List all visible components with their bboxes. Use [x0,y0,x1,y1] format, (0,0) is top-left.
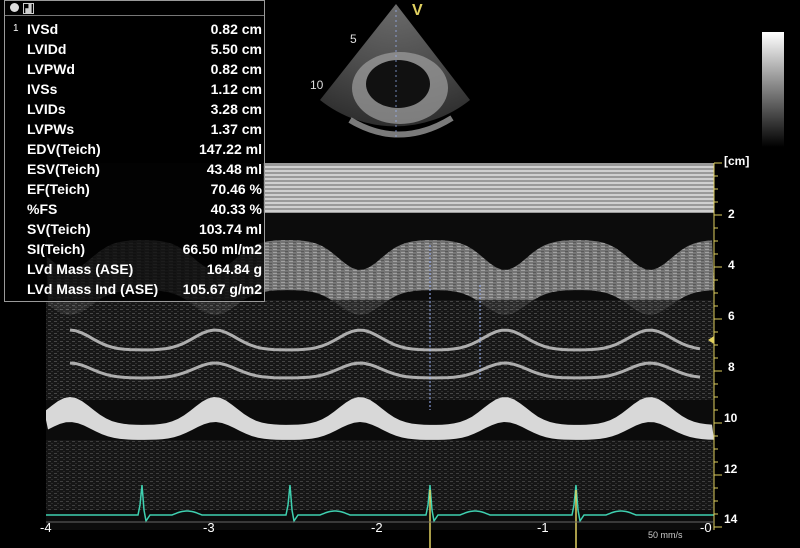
measurement-name: LVd Mass Ind (ASE) [27,281,159,297]
bmode-depth-10: 10 [310,78,324,92]
measurement-row[interactable]: SI(Teich) 66.50 ml/m2 [5,239,264,259]
measurement-row[interactable]: EDV(Teich) 147.22 ml [5,139,264,159]
measurement-value: 147.22 ml [198,141,262,157]
depth-unit: [cm] [724,154,750,168]
depth-tick-label: 14 [724,512,738,526]
measurement-row[interactable]: LVd Mass Ind (ASE) 105.67 g/m2 [5,279,264,299]
time-tick-label: -3 [203,520,215,535]
measurement-value: 0.82 cm [210,21,262,37]
measurement-name: IVSd [27,21,59,37]
depth-tick-label: 4 [728,258,735,272]
grayscale-bar [762,32,784,147]
time-tick-label: -1 [537,520,549,535]
measurement-name: LVIDd [27,41,67,57]
measurement-value: 0.82 cm [210,61,262,77]
measurement-row[interactable]: LVIDd 5.50 cm [5,39,264,59]
measurement-row[interactable]: ESV(Teich) 43.48 ml [5,159,264,179]
measurement-value: 3.28 cm [210,101,262,117]
measurement-row[interactable]: LVIDs 3.28 cm [5,99,264,119]
measurement-row[interactable]: EF(Teich) 70.46 % [5,179,264,199]
measurement-name: SI(Teich) [27,241,86,257]
ultrasound-screen: V 5 10 [cm] 2 4 6 8 10 12 14 -4 -3 -2 -1… [0,0,800,548]
measurement-panel[interactable]: ▟ 1 IVSd 0.82 cm LVIDd 5.50 cm LVPWd 0.8… [4,0,265,302]
measurement-name: LVPWd [27,61,75,77]
measurement-name: ESV(Teich) [27,161,100,177]
measurement-name: EDV(Teich) [27,141,101,157]
measurement-name: IVSs [27,81,58,97]
measurement-value: 105.67 g/m2 [182,281,262,297]
measurement-value: 70.46 % [210,181,262,197]
measurement-row[interactable]: LVd Mass (ASE) 164.84 g [5,259,264,279]
record-icon[interactable] [10,3,19,12]
bmode-depth-5: 5 [350,32,357,46]
chart-icon[interactable]: ▟ [23,3,34,14]
measurement-row[interactable]: LVPWs 1.37 cm [5,119,264,139]
orientation-mark: V [412,2,423,19]
measurement-row[interactable]: %FS 40.33 % [5,199,264,219]
measurement-row[interactable]: LVPWd 0.82 cm [5,59,264,79]
measurement-row[interactable]: IVSs 1.12 cm [5,79,264,99]
measurement-value: 1.12 cm [210,81,262,97]
measurement-value: 103.74 ml [198,221,262,237]
measurement-name: %FS [27,201,58,217]
measurement-name: LVPWs [27,121,75,137]
measurement-value: 164.84 g [206,261,262,277]
measurement-value: 40.33 % [210,201,262,217]
measurement-index: 1 [13,23,19,34]
time-tick-label: -4 [40,520,52,535]
depth-tick-label: 2 [728,207,735,221]
measurement-value: 5.50 cm [210,41,262,57]
measurement-value: 43.48 ml [206,161,262,177]
measurement-name: LVd Mass (ASE) [27,261,134,277]
time-tick-label: -0 [700,520,712,535]
depth-tick-label: 12 [724,462,738,476]
measurement-row[interactable]: SV(Teich) 103.74 ml [5,219,264,239]
measurement-name: SV(Teich) [27,221,91,237]
bmode-sector [320,4,470,140]
measurement-name: EF(Teich) [27,181,90,197]
measurement-value: 66.50 ml/m2 [182,241,262,257]
sweep-speed: 50 mm/s [648,530,683,540]
measurement-row[interactable]: 1 IVSd 0.82 cm [5,19,264,39]
depth-tick-label: 8 [728,360,735,374]
time-tick-label: -2 [371,520,383,535]
depth-tick-label: 6 [728,309,735,323]
measurement-value: 1.37 cm [210,121,262,137]
measurement-panel-header: ▟ [5,1,264,16]
depth-tick-label: 10 [724,411,738,425]
measurement-name: LVIDs [27,101,66,117]
